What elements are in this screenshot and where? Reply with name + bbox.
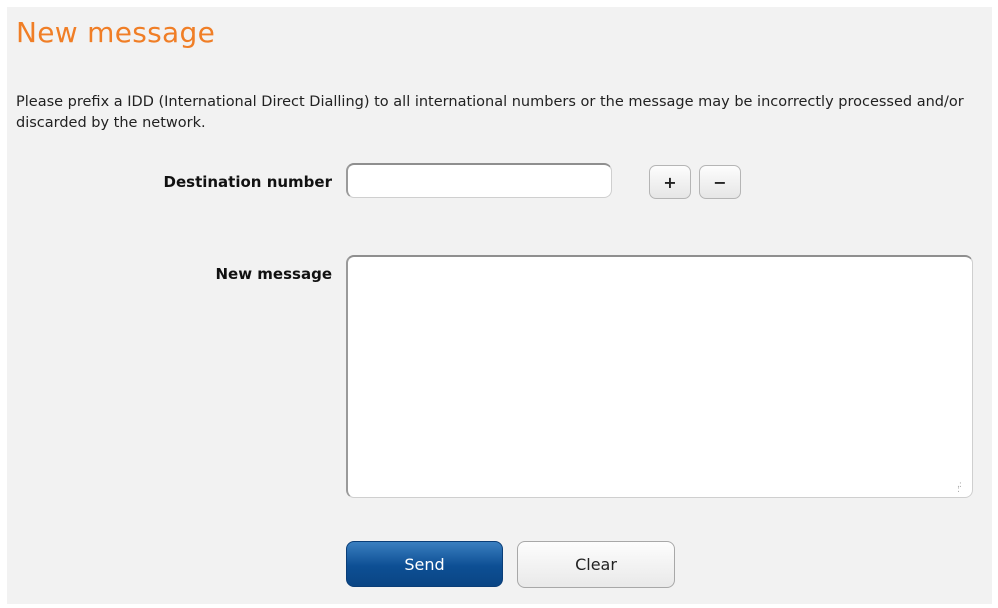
destination-number-input[interactable] [346, 163, 612, 198]
page-title: New message [16, 16, 216, 49]
add-destination-button[interactable]: + [649, 165, 691, 199]
remove-destination-button[interactable]: − [699, 165, 741, 199]
idd-notice: Please prefix a IDD (International Direc… [16, 94, 964, 131]
new-message-label: New message [215, 265, 333, 283]
clear-button[interactable]: Clear [517, 541, 675, 588]
message-textarea[interactable] [346, 255, 973, 498]
resize-grip-icon[interactable]: .:: [957, 481, 967, 495]
destination-number-label: Destination number [163, 173, 332, 191]
sms-panel: New message Please prefix a IDD (Interna… [7, 7, 992, 604]
send-button[interactable]: Send [346, 541, 503, 587]
